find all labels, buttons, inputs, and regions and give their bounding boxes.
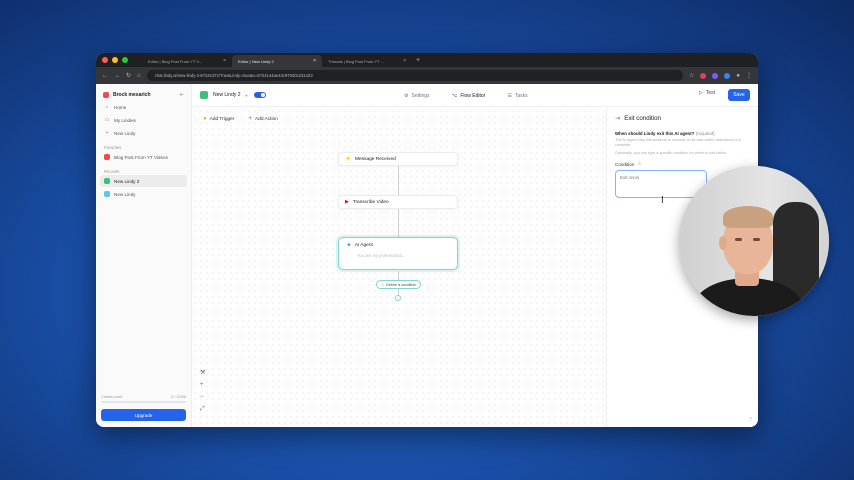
recent-item[interactable]: New Lindy 2 (100, 175, 187, 187)
help-text-2: Optionally, you can type a specific cond… (615, 151, 728, 156)
reload-icon[interactable]: ↻ (126, 72, 131, 79)
zoom-out-icon[interactable]: − (200, 394, 205, 400)
close-tab-icon[interactable]: × (313, 58, 316, 64)
credits-usage: Credits used 0 / 3,000 (101, 395, 186, 399)
flow-editor-canvas[interactable]: New Lindy 2 ▾ ⚙ Settings ⌥ Flow Editor ☰ Ta… (192, 84, 758, 427)
browser-tab-bar: Editor | Blog Post From YT V... × Editor … (96, 53, 758, 67)
credits-progress-bar (101, 401, 186, 403)
browser-tab-2[interactable]: Editor | New Lindy 2 × (232, 55, 322, 67)
sidebar: Brock mesarich ⇤ ⌂ Home ▭ My Lindies + N… (96, 84, 192, 427)
profile-icon[interactable]: ● (736, 73, 740, 79)
sidebar-item-home[interactable]: ⌂ Home (100, 101, 187, 113)
webcam-person-eye (735, 238, 742, 241)
webcam-person-eye (753, 238, 760, 241)
warning-icon: ⚠ (637, 161, 642, 168)
menu-kebab-icon[interactable]: ⋮ (746, 72, 752, 79)
youtube-icon: ▶ (345, 199, 349, 205)
lindy-app: Brock mesarich ⇤ ⌂ Home ▭ My Lindies + N… (96, 84, 758, 427)
recent-item[interactable]: New Lindy (100, 188, 187, 200)
flow-node-action[interactable]: ▶ Transcribe Video (338, 195, 458, 209)
fit-view-icon[interactable]: ⤢ (200, 406, 205, 413)
browser-tab-1[interactable]: Editor | Blog Post From YT V... × (142, 55, 232, 67)
panel-title: ⇥ Exit condition (615, 115, 661, 122)
extension-icon[interactable] (712, 72, 719, 79)
minimize-window-button[interactable] (112, 57, 118, 63)
sidebar-item-my-lindies[interactable]: ▭ My Lindies (100, 114, 187, 126)
favorite-item[interactable]: Blog Post From YT Videos (100, 151, 187, 163)
recents-heading: Recents (104, 169, 120, 174)
back-icon[interactable]: ← (102, 73, 108, 79)
close-tab-icon[interactable]: × (223, 58, 226, 64)
tasks-icon: ☰ (507, 92, 512, 99)
zoom-in-icon[interactable]: + (200, 382, 205, 388)
robot-icon: ◈ (347, 243, 351, 248)
agent-enabled-toggle[interactable] (253, 92, 266, 98)
home-icon: ⌂ (105, 104, 109, 110)
browser-window: Editor | Blog Post From YT V... × Editor … (96, 53, 758, 427)
help-icon[interactable]: ? (749, 417, 752, 423)
magic-wand-icon[interactable]: ⚒ (200, 369, 205, 376)
save-button[interactable]: Save (728, 89, 750, 101)
home-icon[interactable]: ⌂ (137, 73, 141, 79)
close-tab-icon[interactable]: × (403, 58, 406, 64)
upgrade-button[interactable]: Upgrade (101, 409, 186, 421)
extension-icon[interactable] (724, 72, 731, 79)
bookmark-star-icon[interactable]: ☆ (689, 72, 694, 79)
lindy-avatar-icon (104, 178, 110, 184)
tab-tasks[interactable]: ☰ Tasks (507, 93, 527, 99)
add-action-button[interactable]: + Add Action (245, 114, 280, 124)
close-window-button[interactable] (102, 57, 108, 63)
chevron-down-icon: ▾ (245, 92, 248, 98)
collapse-sidebar-icon[interactable]: ⇤ (180, 92, 184, 98)
canvas-tools: ⚒ + − ⤢ (200, 369, 205, 413)
warning-icon: ⚠ (380, 283, 384, 287)
flow-connector (398, 166, 399, 195)
extension-icon[interactable] (700, 72, 707, 79)
webcam-overlay (679, 166, 829, 316)
exit-icon: ⇥ (615, 115, 621, 122)
maximize-window-button[interactable] (122, 57, 128, 63)
exit-question: When should Lindy exit this AI agent? (r… (615, 131, 715, 136)
lightning-icon: ⚡ (345, 156, 351, 162)
plus-icon: + (105, 130, 109, 136)
help-text-1: The AI Agent step will continue to execu… (615, 138, 741, 148)
flow-connector (398, 271, 399, 280)
webcam-person-ear (719, 236, 727, 250)
editor-tabs: ⚙ Settings ⌥ Flow Editor ☰ Tasks (404, 84, 528, 107)
lindy-avatar-icon (104, 191, 110, 197)
new-tab-button[interactable]: + (416, 57, 420, 64)
editor-topbar: New Lindy 2 ▾ ⚙ Settings ⌥ Flow Editor ☰ Ta… (192, 84, 758, 107)
browser-tab-3[interactable]: Threads | Blog Post From YT ... × (322, 55, 412, 67)
folder-icon: ▭ (104, 117, 110, 123)
tab-flow-editor[interactable]: ⌥ Flow Editor (452, 93, 486, 99)
add-step-handle[interactable] (395, 295, 401, 301)
flow-icon: ⌥ (451, 92, 458, 99)
add-trigger-button[interactable]: ● Add Trigger (200, 114, 237, 124)
url-bar[interactable]: chat.lindy.ai/new-lindy-2-6724137c/?newL… (146, 70, 683, 81)
flow-node-trigger[interactable]: ⚡ Message Received (338, 152, 458, 166)
plus-icon: + (248, 116, 252, 122)
text-cursor-icon: I (661, 195, 664, 206)
lindy-avatar-icon (200, 91, 208, 99)
play-icon: ▷ (699, 90, 703, 96)
favorites-heading: Favorites (104, 145, 122, 150)
flow-connector (398, 209, 399, 237)
forward-icon[interactable]: → (114, 73, 120, 79)
browser-toolbar: ← → ↻ ⌂ chat.lindy.ai/new-lindy-2-672413… (96, 67, 758, 84)
workspace-avatar (103, 92, 109, 98)
webcam-person-hair (723, 206, 773, 228)
flow-node-ai-agent[interactable]: ◈ AI Agent You are my professional... (338, 237, 458, 270)
sidebar-item-new-lindy[interactable]: + New Lindy (100, 127, 187, 139)
canvas-actions: ● Add Trigger + Add Action (200, 114, 281, 124)
lightning-icon: ● (203, 116, 207, 122)
define-condition-button[interactable]: ⚠ Define a condition (376, 280, 421, 289)
gear-icon: ⚙ (404, 92, 409, 99)
test-button[interactable]: ▷ Test (699, 90, 715, 96)
workspace-switcher[interactable]: Brock mesarich ⇤ (100, 90, 187, 100)
agent-name-selector[interactable]: New Lindy 2 ▾ (200, 91, 248, 99)
window-controls (102, 57, 128, 63)
lindy-avatar-icon (104, 154, 110, 160)
tab-settings[interactable]: ⚙ Settings (404, 93, 430, 99)
